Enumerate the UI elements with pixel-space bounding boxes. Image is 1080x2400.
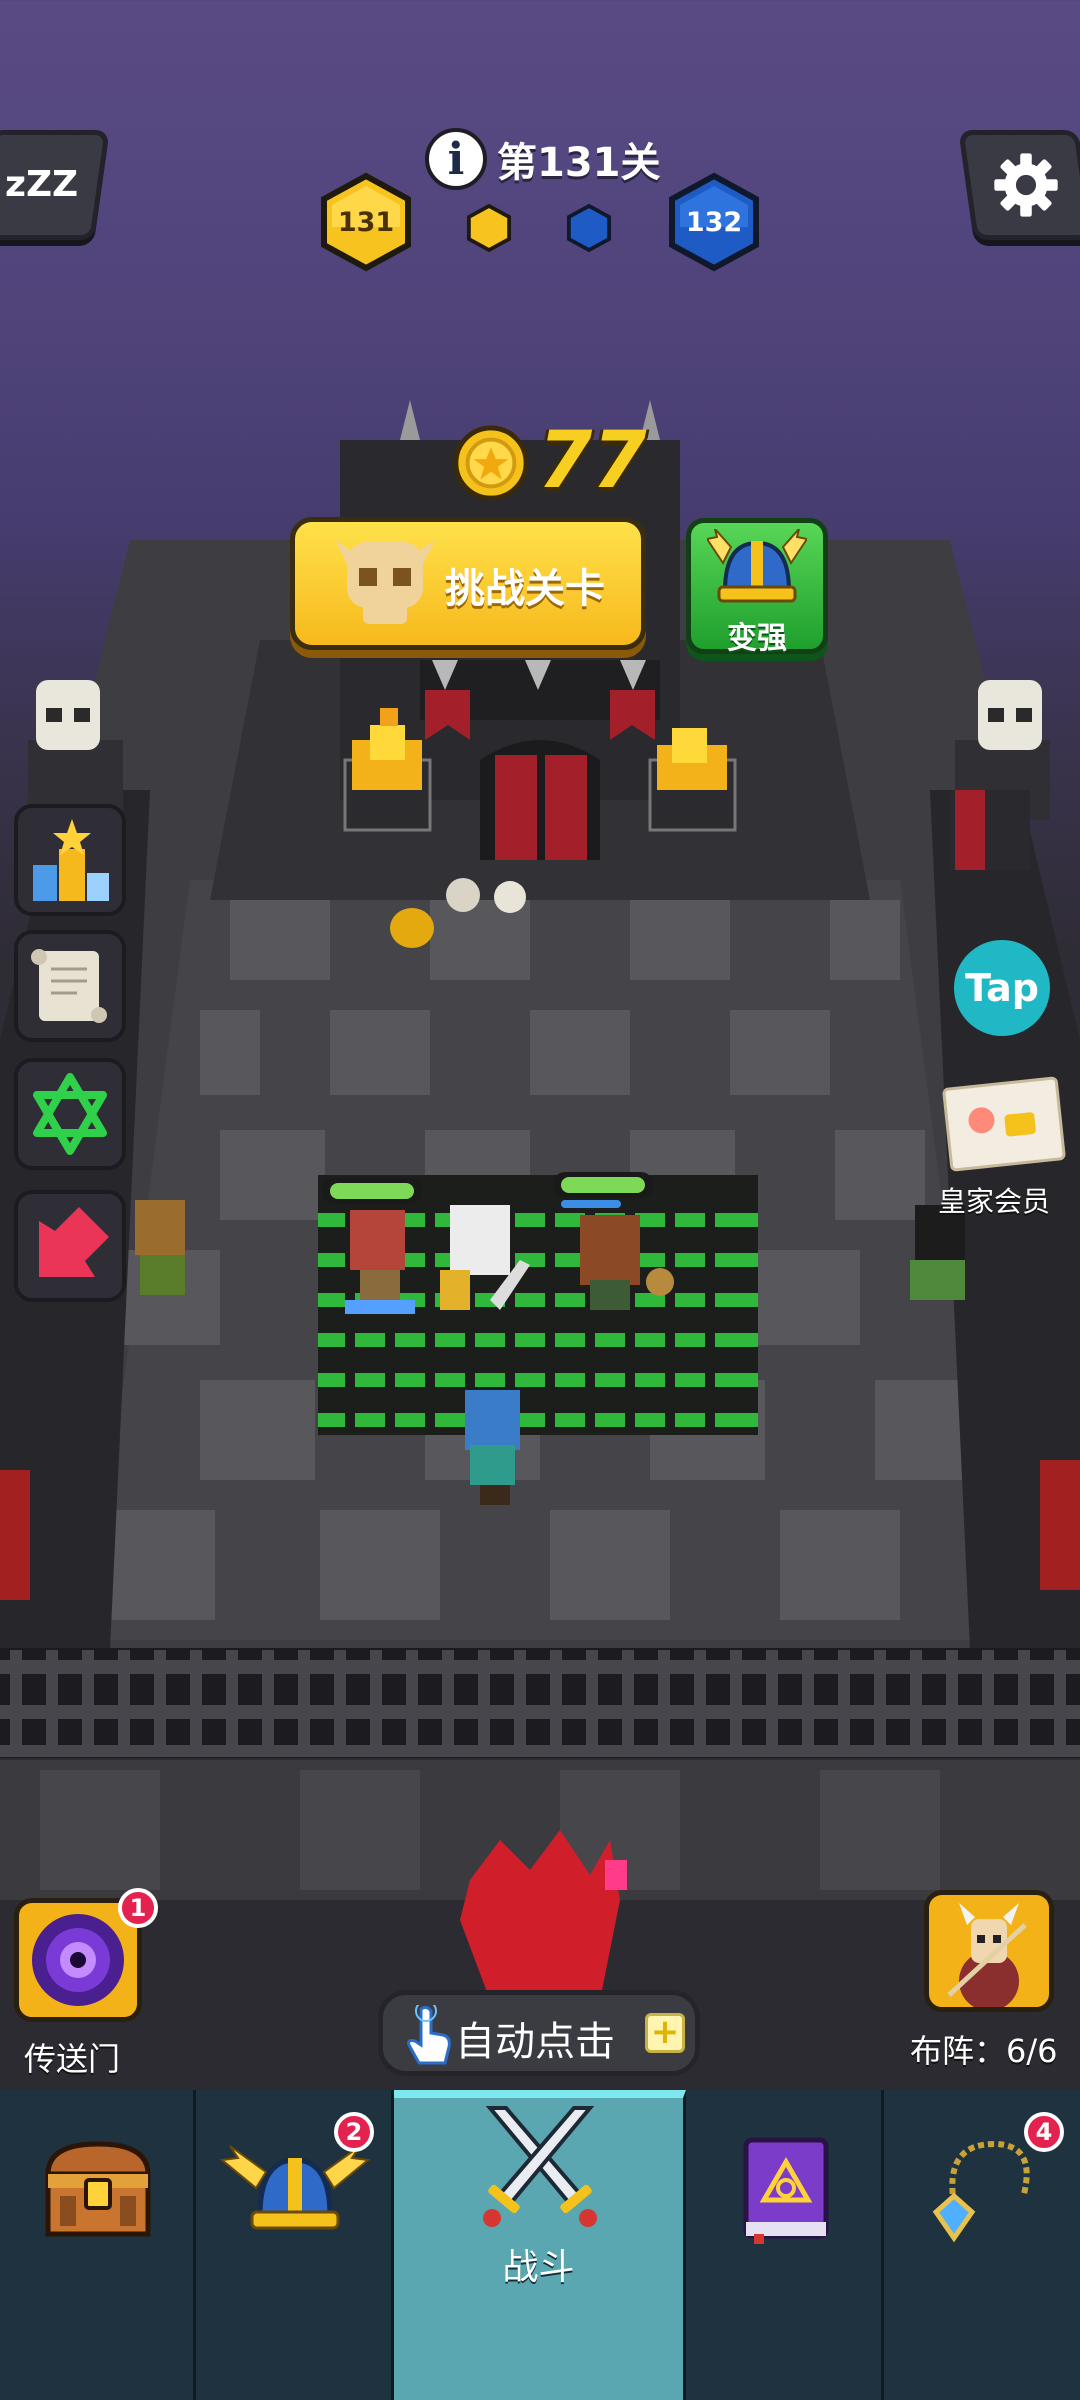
helmet-badge: 2	[334, 2112, 374, 2152]
red-arrow-button[interactable]	[14, 1190, 126, 1302]
fence-bar	[190, 1650, 202, 1755]
fence-bar	[838, 1650, 850, 1755]
fence-bar	[82, 1650, 94, 1755]
hexagram-icon	[33, 1073, 107, 1155]
next-level-number: 132	[685, 206, 743, 238]
fence-bar	[946, 1650, 958, 1755]
tap-button[interactable]: Tap	[954, 940, 1050, 1036]
fence-bar	[370, 1650, 382, 1755]
trophy-icon	[33, 819, 109, 901]
lineup-button[interactable]	[924, 1890, 1054, 2012]
fence-bar	[802, 1650, 814, 1755]
amulet-badge: 4	[1024, 2112, 1064, 2152]
red-arrow-icon	[39, 1207, 109, 1277]
fence-bar	[874, 1650, 886, 1755]
fence-bar	[154, 1650, 166, 1755]
fence-bar	[622, 1650, 634, 1755]
fence-bar	[658, 1650, 670, 1755]
fence-bar	[910, 1650, 922, 1755]
auto-click-label: 自动点击	[455, 2019, 615, 2065]
nav-tab-fight-label: 战斗	[502, 2247, 575, 2288]
fence-bar	[442, 1650, 454, 1755]
scroll-icon	[31, 949, 107, 1023]
level-title: i 第131关	[425, 128, 661, 190]
nav-tab-spellbook[interactable]	[686, 2090, 884, 2400]
settings-button[interactable]	[958, 130, 1080, 240]
gold-amount: 77	[538, 416, 647, 506]
auto-click-button[interactable]: 自动点击 +	[378, 1990, 700, 2076]
tap-label: Tap	[965, 966, 1039, 1010]
fence-bar	[478, 1650, 490, 1755]
fence-bar	[298, 1650, 310, 1755]
skull-icon	[335, 540, 435, 624]
game-board	[0, 400, 1080, 2090]
ranking-button[interactable]	[14, 804, 126, 916]
fence-bar	[1018, 1650, 1030, 1755]
challenge-level-label: 挑战关卡	[445, 566, 605, 612]
fence-bar	[10, 1650, 22, 1755]
fence-bar	[118, 1650, 130, 1755]
nav-tab-amulet[interactable]: 4	[884, 2090, 1080, 2400]
lineup-hero-icon	[947, 1903, 1027, 2007]
fence-bar	[514, 1650, 526, 1755]
royal-member-card[interactable]	[941, 1076, 1067, 1172]
sleep-icon: zZZ	[5, 164, 79, 205]
fence-bar	[46, 1650, 58, 1755]
fence-bar	[1054, 1650, 1066, 1755]
nav-tab-chest[interactable]	[0, 2090, 196, 2400]
nav-tab-fight[interactable]: 战斗	[394, 2090, 686, 2400]
challenge-level-button[interactable]: 挑战关卡	[290, 517, 646, 650]
progress-hex-yellow	[466, 204, 512, 252]
spellbook-icon	[743, 2137, 829, 2244]
settings-gear-icon	[994, 153, 1058, 217]
portal-badge: 1	[118, 1888, 158, 1928]
lineup-label: 布阵：6/6	[910, 2032, 1058, 2070]
npc-goblin-left	[135, 1200, 185, 1295]
portal-icon	[32, 1914, 124, 2006]
strengthen-button[interactable]: 变强	[686, 518, 828, 656]
fence-bar	[694, 1650, 706, 1755]
viking-helmet-icon	[220, 2145, 370, 2230]
viking-helmet-icon	[707, 529, 807, 603]
auto-click-plus-icon[interactable]: +	[645, 2013, 685, 2053]
crossed-swords-icon	[483, 2106, 597, 2227]
bottom-navigation: 2 战斗 4	[0, 2090, 1080, 2400]
strengthen-label: 变强	[727, 621, 787, 656]
fence-bar	[730, 1650, 742, 1755]
hexagram-button[interactable]	[14, 1058, 126, 1170]
fence-bar	[586, 1650, 598, 1755]
fence-bar	[226, 1650, 238, 1755]
treasure-chest-icon	[45, 2141, 151, 2237]
fence-bar	[262, 1650, 274, 1755]
amulet-icon	[932, 2140, 1030, 2243]
info-icon[interactable]: i	[425, 128, 487, 190]
fence-bar	[766, 1650, 778, 1755]
progress-hex-blue	[566, 204, 612, 252]
current-level-number: 131	[337, 206, 395, 238]
nav-tab-helmet[interactable]: 2	[196, 2090, 394, 2400]
iron-fence	[0, 1648, 1080, 1758]
fence-bar	[334, 1650, 346, 1755]
sleep-button[interactable]: zZZ	[0, 130, 110, 240]
portal-label: 传送门	[24, 2040, 121, 2078]
fence-bar	[982, 1650, 994, 1755]
quest-scroll-button[interactable]	[14, 930, 126, 1042]
level-text: 第131关	[497, 140, 661, 186]
gold-coin-icon	[453, 425, 529, 501]
hand-pointer-icon	[407, 2005, 451, 2065]
fence-bar	[550, 1650, 562, 1755]
royal-member-label[interactable]: 皇家会员	[938, 1180, 1050, 1220]
fence-bar	[406, 1650, 418, 1755]
